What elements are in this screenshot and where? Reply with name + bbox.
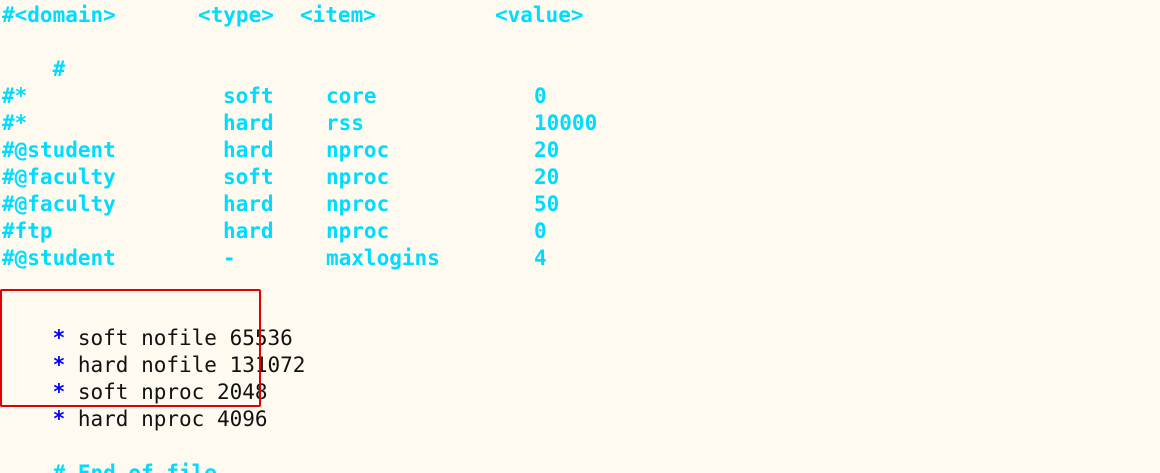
row-type: hard (223, 219, 274, 243)
row-item: maxlogins (326, 246, 440, 270)
comment-row: #@student hard nproc 20 (2, 137, 1152, 164)
header-value: <value> (495, 3, 584, 27)
limit-text: hard nproc 4096 (65, 407, 268, 431)
header-type: <type> (198, 3, 274, 27)
row-item: core (326, 84, 377, 108)
row-value: 10000 (534, 111, 598, 135)
row-domain: #@student (2, 246, 116, 270)
row-domain: #* (2, 84, 28, 108)
blank-comment: # (52, 57, 66, 81)
comment-row: #* hard rss 10000 (2, 110, 1152, 137)
row-value: 0 (534, 219, 547, 243)
row-domain: #* (2, 111, 28, 135)
row-domain: #@faculty (2, 192, 116, 216)
row-type: soft (223, 165, 274, 189)
footer-text: # End of file (52, 461, 217, 473)
wildcard-star: * (52, 407, 66, 431)
row-item: nproc (326, 219, 390, 243)
row-domain: #@faculty (2, 165, 116, 189)
row-value: 20 (534, 138, 560, 162)
row-type: hard (223, 138, 274, 162)
comment-row: #@student - maxlogins 4 (2, 245, 1152, 272)
row-domain: #@student (2, 138, 116, 162)
row-type: hard (223, 111, 274, 135)
row-item: nproc (326, 138, 390, 162)
highlight-annotation-box (0, 289, 261, 407)
end-of-file-comment: # End of file (2, 433, 1152, 473)
row-type: - (223, 246, 236, 270)
row-type: hard (223, 192, 274, 216)
header-item: <item> (300, 3, 376, 27)
blank-comment-line: # (2, 29, 1152, 81)
comment-row: #@faculty hard nproc 50 (2, 191, 1152, 218)
header-domain: #<domain> (2, 3, 116, 27)
row-item: rss (326, 111, 364, 135)
row-domain: #ftp (2, 219, 53, 243)
comment-row: #ftp hard nproc 0 (2, 218, 1152, 245)
row-value: 4 (534, 246, 547, 270)
row-item: nproc (326, 192, 390, 216)
row-value: 50 (534, 192, 560, 216)
row-value: 20 (534, 165, 560, 189)
row-value: 0 (534, 84, 547, 108)
comment-row: #@faculty soft nproc 20 (2, 164, 1152, 191)
header-comment-line: #<domain> <type> <item> <value> (2, 2, 1152, 29)
text-editor[interactable]: #<domain> <type> <item> <value> # #* sof… (0, 0, 1160, 473)
row-type: soft (223, 84, 274, 108)
row-item: nproc (326, 165, 390, 189)
comment-row: #* soft core 0 (2, 83, 1152, 110)
